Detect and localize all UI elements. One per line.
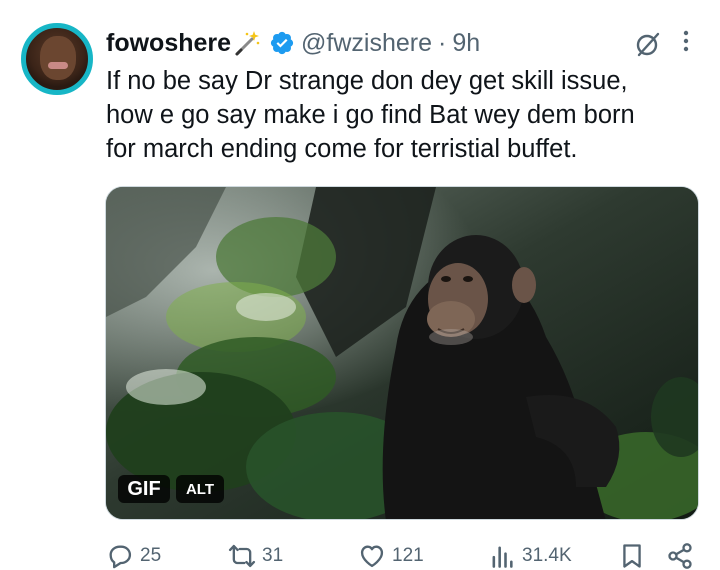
user-handle[interactable]: @fwzishere — [301, 29, 432, 58]
bookmark-icon — [623, 544, 641, 568]
timestamp[interactable]: 9h — [452, 29, 480, 58]
alt-text-button[interactable]: ALT — [176, 475, 224, 503]
views-button[interactable]: 31.4K — [488, 540, 572, 570]
gif-badge: GIF — [118, 475, 170, 503]
grok-icon[interactable] — [634, 30, 662, 58]
views-count: 31.4K — [522, 545, 572, 566]
share-button[interactable] — [666, 540, 700, 570]
more-options-icon[interactable] — [680, 28, 692, 56]
bookmark-button[interactable] — [618, 540, 652, 570]
share-icon — [668, 543, 692, 569]
chimpanzee-gif-image — [106, 187, 698, 519]
avatar-lips — [48, 62, 68, 69]
tweet-text: If no be say Dr strange don dey get skil… — [106, 67, 635, 163]
gif-media[interactable]: GIF ALT — [105, 186, 699, 520]
views-icon — [492, 546, 513, 568]
reply-count: 25 — [140, 545, 162, 566]
tweet-header: fowoshere @fwzishere · 9h — [106, 26, 480, 60]
repost-button[interactable]: 31 — [228, 540, 283, 570]
separator-dot: · — [438, 28, 447, 57]
display-name[interactable]: fowoshere — [106, 29, 231, 58]
avatar-face — [40, 36, 76, 80]
heart-icon — [360, 545, 384, 568]
like-button[interactable]: 121 — [358, 540, 424, 570]
reply-icon — [109, 545, 132, 569]
tweet-actions: 25 31 121 31.4K — [106, 540, 706, 570]
repost-icon — [228, 544, 256, 568]
verified-badge-icon[interactable] — [269, 30, 295, 56]
avatar[interactable] — [21, 23, 93, 95]
repost-count: 31 — [262, 545, 284, 566]
like-count: 121 — [392, 545, 424, 566]
reply-button[interactable]: 25 — [106, 540, 161, 570]
magic-wand-icon — [235, 31, 260, 56]
